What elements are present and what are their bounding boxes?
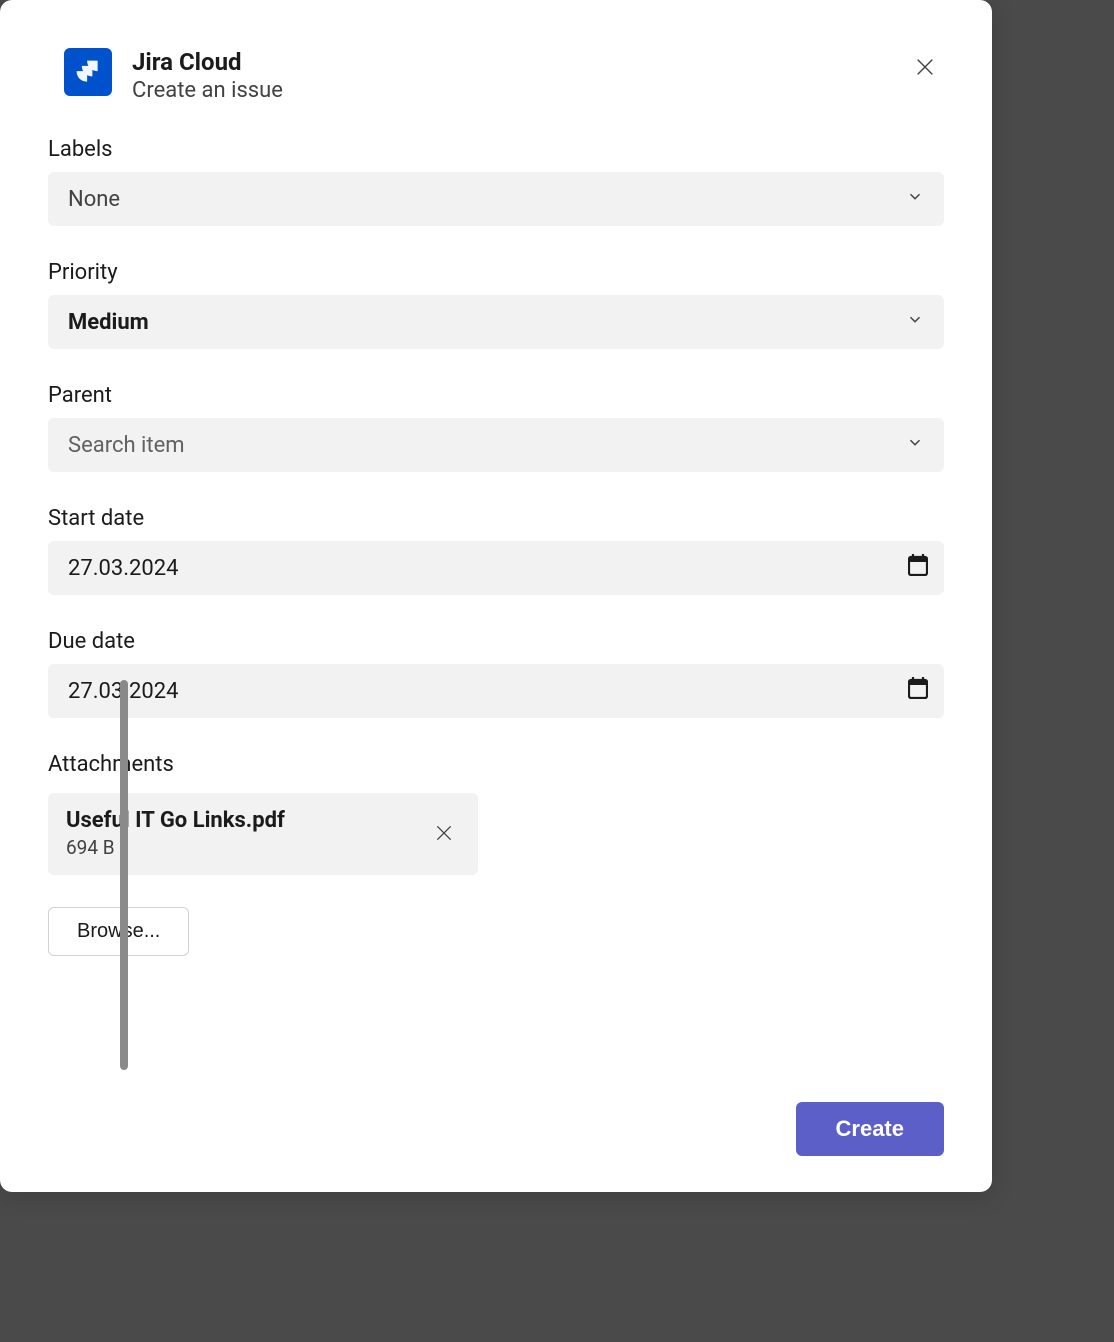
labels-group: Labels None: [48, 137, 944, 226]
attachments-group: Attachments Useful IT Go Links.pdf 694 B…: [48, 752, 944, 955]
create-issue-dialog: Jira Cloud Create an issue Labels None P…: [0, 0, 992, 1192]
remove-attachment-button[interactable]: [428, 817, 460, 852]
priority-value: Medium: [68, 310, 149, 335]
chevron-down-icon: [906, 187, 924, 212]
start-date-group: Start date 27.03.2024: [48, 506, 944, 595]
priority-group: Priority Medium: [48, 260, 944, 349]
create-button[interactable]: Create: [796, 1102, 944, 1156]
dialog-footer: Create: [0, 1078, 992, 1192]
header-text: Jira Cloud Create an issue: [132, 48, 906, 105]
browse-button[interactable]: Browse...: [48, 907, 189, 956]
due-date-group: Due date 27.03.2024: [48, 629, 944, 718]
parent-label: Parent: [48, 383, 944, 408]
scrollbar[interactable]: [106, 680, 114, 1070]
parent-select[interactable]: Search item: [48, 418, 944, 472]
labels-label: Labels: [48, 137, 944, 162]
start-date-input[interactable]: 27.03.2024: [48, 541, 944, 595]
chevron-down-icon: [906, 310, 924, 335]
dialog-header: Jira Cloud Create an issue: [0, 0, 992, 105]
dialog-body: Labels None Priority Medium Parent Searc…: [0, 105, 992, 1078]
close-icon: [434, 823, 454, 843]
chevron-down-icon: [906, 433, 924, 458]
close-button[interactable]: [906, 48, 944, 86]
due-date-input[interactable]: 27.03.2024: [48, 664, 944, 718]
close-icon: [914, 56, 936, 78]
attachments-label: Attachments: [48, 752, 944, 777]
calendar-icon: [908, 554, 928, 582]
attachment-name: Useful IT Go Links.pdf: [66, 807, 412, 836]
labels-value: None: [68, 187, 120, 212]
dialog-subtitle: Create an issue: [132, 77, 906, 106]
labels-select[interactable]: None: [48, 172, 944, 226]
start-date-value: 27.03.2024: [68, 556, 179, 581]
priority-label: Priority: [48, 260, 944, 285]
jira-icon: [64, 48, 112, 96]
parent-group: Parent Search item: [48, 383, 944, 472]
priority-select[interactable]: Medium: [48, 295, 944, 349]
calendar-icon: [908, 677, 928, 705]
start-date-label: Start date: [48, 506, 944, 531]
attachment-info: Useful IT Go Links.pdf 694 B: [66, 807, 412, 860]
attachment-size: 694 B: [66, 836, 412, 861]
parent-placeholder: Search item: [68, 433, 185, 458]
due-date-label: Due date: [48, 629, 944, 654]
scrollbar-thumb[interactable]: [120, 680, 128, 1070]
app-title: Jira Cloud: [132, 48, 906, 77]
